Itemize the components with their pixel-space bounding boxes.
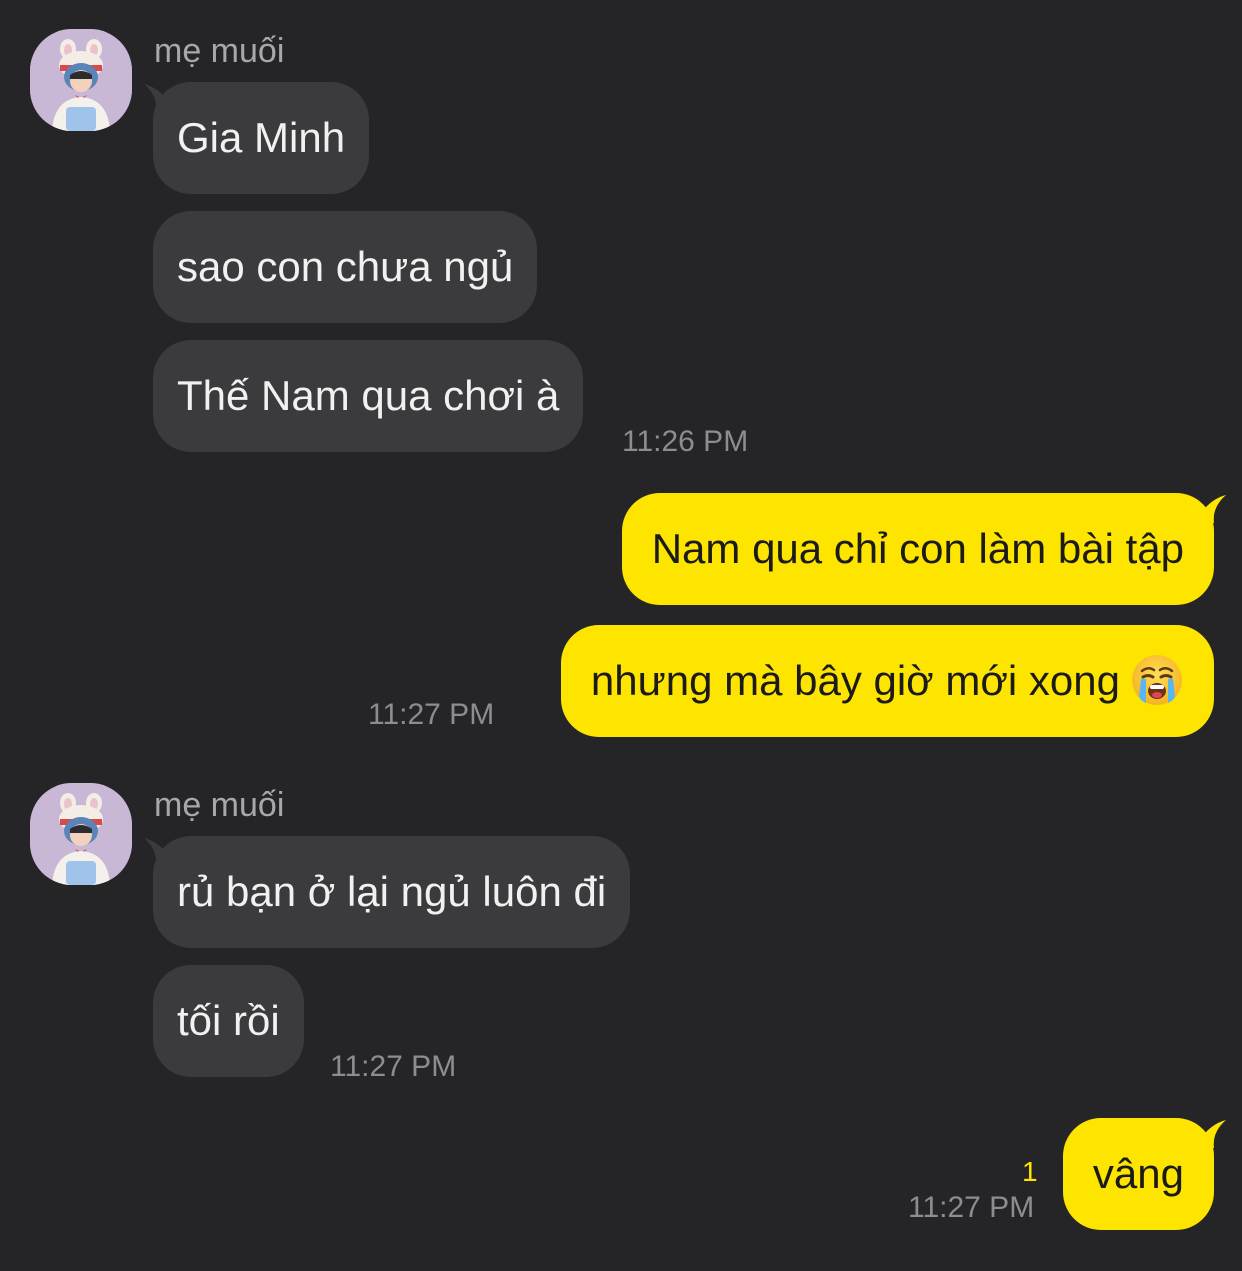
avatar[interactable] (30, 783, 132, 885)
outgoing-message[interactable]: nhưng mà bây giờ mới xong (560, 625, 1214, 737)
incoming-message[interactable]: tối rồi (153, 965, 304, 1077)
avatar[interactable] (30, 29, 132, 131)
loudly-crying-face-icon (1132, 654, 1182, 705)
message-timestamp: 11:27 PM (368, 698, 495, 731)
message-timestamp: 11:26 PM (622, 425, 749, 458)
unread-count: 1 (1022, 1156, 1038, 1187)
sender-name: mẹ muối (154, 786, 285, 824)
outgoing-message[interactable]: vâng (1062, 1118, 1214, 1230)
message-timestamp: 11:27 PM (908, 1191, 1035, 1224)
incoming-message[interactable]: Thế Nam qua chơi à (153, 340, 584, 452)
incoming-message[interactable]: sao con chưa ngủ (153, 211, 538, 323)
sender-name: mẹ muối (154, 32, 285, 70)
message-timestamp: 11:27 PM (330, 1050, 457, 1083)
incoming-message[interactable]: Gia Minh (153, 82, 370, 194)
outgoing-message-text: nhưng mà bây giờ mới xong (590, 657, 1120, 704)
outgoing-message[interactable]: Nam qua chỉ con làm bài tập (621, 493, 1214, 605)
incoming-message[interactable]: rủ bạn ở lại ngủ luôn đi (153, 836, 631, 948)
